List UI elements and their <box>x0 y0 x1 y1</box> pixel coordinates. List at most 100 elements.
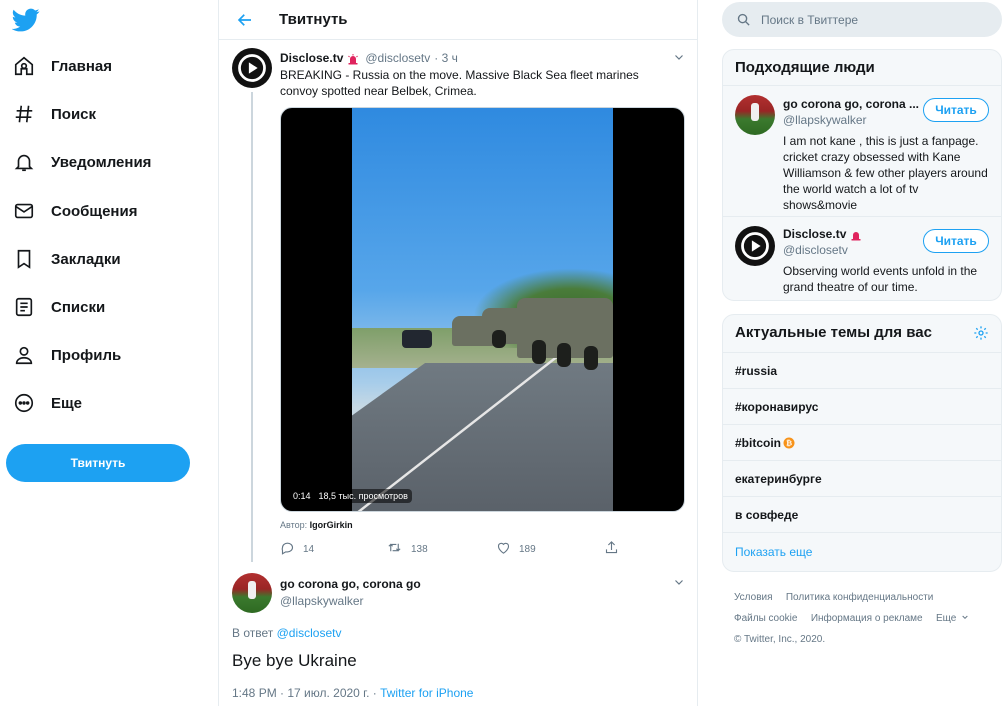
tweet-author-line: Disclose.tv @disclosetv · 3 ч <box>280 51 458 65</box>
reply-source[interactable]: Twitter for iPhone <box>380 686 473 700</box>
more-icon <box>12 391 36 415</box>
show-more-link[interactable]: Показать еще <box>735 545 812 559</box>
trend-item[interactable]: екатеринбурге <box>723 461 1001 497</box>
search-bar[interactable] <box>722 2 1002 37</box>
list-icon <box>12 295 36 319</box>
trend-label: #bitcoin <box>735 435 782 450</box>
footer-link-terms[interactable]: Условия <box>734 592 773 603</box>
author-handle[interactable]: @disclosetv <box>365 51 430 65</box>
share-button[interactable] <box>604 540 627 558</box>
trend-label: #коронавирус <box>735 399 819 414</box>
trend-label: #russia <box>735 363 778 378</box>
nav-item-more[interactable]: Еще <box>12 385 82 421</box>
nav-item-bookmarks[interactable]: Закладки <box>12 241 121 277</box>
nav-label: Уведомления <box>51 153 152 171</box>
bookmark-icon <box>12 247 36 271</box>
siren-icon <box>850 228 862 241</box>
user-avatar[interactable] <box>735 226 775 266</box>
trend-label: в совфеде <box>735 507 799 522</box>
user-bio: Observing world events unfold in the gra… <box>783 264 978 294</box>
chevron-down-icon[interactable] <box>673 575 685 593</box>
user-handle[interactable]: @disclosetv <box>783 243 848 257</box>
twitter-logo-icon[interactable] <box>11 6 40 34</box>
reply-author-handle[interactable]: @llapskywalker <box>280 594 364 608</box>
tweet-video[interactable]: 0:14 18,5 тыс. просмотров <box>280 107 685 512</box>
video-views: 18,5 тыс. просмотров <box>318 491 408 501</box>
footer-link-cookies[interactable]: Файлы cookie <box>734 613 797 624</box>
heart-icon <box>496 540 519 558</box>
left-navigation: Главная Поиск Уведомления Сообщения Закл… <box>0 0 218 706</box>
search-input[interactable] <box>761 12 981 27</box>
nav-item-home[interactable]: Главная <box>12 48 112 84</box>
chevron-down-icon[interactable] <box>673 50 685 68</box>
back-arrow-icon[interactable] <box>233 8 257 32</box>
reply-text: Bye bye Ukraine <box>232 651 357 670</box>
who-to-follow-title: Подходящие люди <box>723 50 1001 86</box>
settings-gear-icon[interactable] <box>973 325 989 345</box>
nav-item-profile[interactable]: Профиль <box>12 337 121 373</box>
author-name[interactable]: Disclose.tv <box>280 51 343 65</box>
nav-label: Списки <box>51 298 106 316</box>
credit-author[interactable]: IgorGirkin <box>310 520 353 530</box>
reply-button[interactable]: 14 <box>280 540 314 558</box>
retweet-button[interactable]: 138 <box>386 540 428 558</box>
trend-item[interactable]: #russia <box>723 353 1001 389</box>
footer-link-more[interactable]: Еще <box>936 613 956 624</box>
user-avatar[interactable] <box>735 95 775 135</box>
user-name[interactable]: Disclose.tv <box>783 227 846 241</box>
suggested-user[interactable]: Disclose.tv @disclosetv Читать Observing… <box>723 217 1001 300</box>
nav-label: Главная <box>51 57 113 75</box>
nav-label: Сообщения <box>51 202 138 220</box>
user-name[interactable]: go corona go, corona ... <box>783 97 923 111</box>
trends-panel: Актуальные темы для вас #russia #коронав… <box>722 314 1002 572</box>
search-icon <box>736 12 751 27</box>
tweet-text: BREAKING - Russia on the move. Massive B… <box>280 68 639 98</box>
follow-button[interactable]: Читать <box>923 98 989 122</box>
trends-header: Актуальные темы для вас <box>723 315 1001 353</box>
nav-item-lists[interactable]: Списки <box>12 289 105 325</box>
page-title: Твитнуть <box>279 11 348 28</box>
author-avatar[interactable] <box>232 48 272 88</box>
share-icon <box>604 540 627 558</box>
suggested-user[interactable]: go corona go, corona ... @llapskywalker … <box>723 86 1001 217</box>
nav-item-notifications[interactable]: Уведомления <box>12 144 151 180</box>
retweet-icon <box>386 540 411 558</box>
video-stats: 0:14 18,5 тыс. просмотров <box>289 489 412 503</box>
retweet-count: 138 <box>411 543 428 555</box>
reply-author-name[interactable]: go corona go, corona go <box>280 577 421 591</box>
nav-item-explore[interactable]: Поиск <box>12 96 96 132</box>
tweet-actions: 14 138 189 <box>280 540 640 558</box>
reply-count: 14 <box>303 543 315 555</box>
tweet-time[interactable]: · 3 ч <box>434 51 458 65</box>
trend-item[interactable]: #bitcoin ₿ <box>723 425 1001 461</box>
reply-to-prefix: В ответ <box>232 626 274 640</box>
user-handle[interactable]: @llapskywalker <box>783 113 867 127</box>
tweet-button[interactable]: Твитнуть <box>6 444 190 482</box>
footer: Условия Политика конфиденциальности Файл… <box>734 586 994 649</box>
footer-link-privacy[interactable]: Политика конфиденциальности <box>786 592 934 603</box>
person-icon <box>12 343 36 367</box>
trend-item[interactable]: #коронавирус <box>723 389 1001 425</box>
like-button[interactable]: 189 <box>496 540 536 558</box>
follow-button[interactable]: Читать <box>923 229 989 253</box>
user-name-line: Disclose.tv <box>783 227 862 241</box>
nav-item-messages[interactable]: Сообщения <box>12 193 137 229</box>
reply-meta: 1:48 PM · 17 июл. 2020 г. · Twitter for … <box>232 686 473 700</box>
nav-label: Профиль <box>51 346 122 364</box>
copyright: © Twitter, Inc., 2020. <box>734 634 826 645</box>
trend-label: екатеринбурге <box>735 471 822 486</box>
reply-to-handle[interactable]: @disclosetv <box>277 626 342 640</box>
reply-context: В ответ @disclosetv <box>232 626 341 640</box>
page-header: Твитнуть <box>219 0 697 40</box>
reply-author-avatar[interactable] <box>232 573 272 613</box>
reply-timestamp[interactable]: 1:48 PM · 17 июл. 2020 г. · <box>232 686 377 700</box>
svg-text:₿: ₿ <box>786 438 792 447</box>
reply-icon <box>280 540 303 558</box>
nav-label: Поиск <box>51 105 97 123</box>
nav-label: Еще <box>51 394 83 412</box>
footer-link-ads-info[interactable]: Информация о рекламе <box>811 613 923 624</box>
envelope-icon <box>12 199 36 223</box>
trend-item[interactable]: в совфеде <box>723 497 1001 533</box>
trends-title: Актуальные темы для вас <box>735 324 932 341</box>
who-to-follow-panel: Подходящие люди go corona go, corona ...… <box>722 49 1002 301</box>
